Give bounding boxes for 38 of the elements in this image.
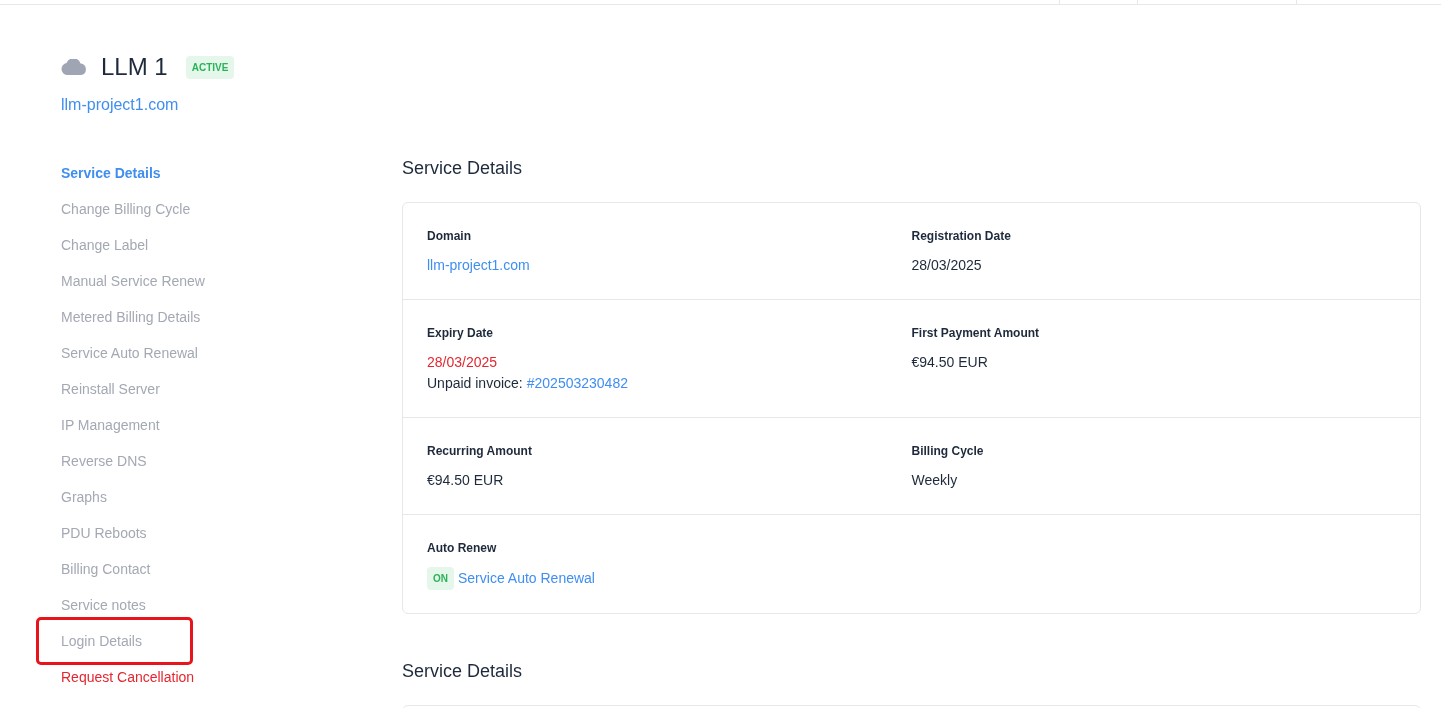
field-value: €94.50 EUR bbox=[911, 353, 989, 372]
cloud-icon bbox=[61, 59, 87, 75]
sidebar-item[interactable]: Change Billing Cycle bbox=[61, 191, 191, 227]
field-label: Expiry Date bbox=[427, 325, 495, 342]
field-value: 28/03/2025 bbox=[911, 256, 983, 275]
field-label: First Payment Amount bbox=[911, 325, 1041, 342]
sidebar-item[interactable]: PDU Reboots bbox=[61, 515, 147, 551]
sidebar-item[interactable]: Service Auto Renewal bbox=[61, 335, 198, 371]
field-label: Domain bbox=[427, 228, 472, 245]
sidebar-item[interactable]: Graphs bbox=[61, 479, 107, 515]
sidebar-item[interactable]: Billing Contact bbox=[61, 551, 151, 587]
sidebar-item[interactable]: Request Cancellation bbox=[61, 659, 195, 695]
status-badge: ACTIVE bbox=[185, 55, 235, 79]
sidebar-item[interactable]: IP Management bbox=[61, 407, 160, 443]
domain-link[interactable]: llm-project1.com bbox=[427, 255, 530, 276]
sidebar-item[interactable]: Manual Service Renew bbox=[61, 263, 205, 299]
domain-link[interactable]: llm-project1.com bbox=[61, 93, 179, 117]
field-label: Recurring Amount bbox=[427, 443, 533, 460]
field-label: Billing Cycle bbox=[911, 443, 985, 460]
field-label: Registration Date bbox=[911, 228, 1012, 245]
section-title: Service Details bbox=[402, 660, 524, 683]
sidebar-item[interactable]: Reverse DNS bbox=[61, 443, 147, 479]
field-label: Auto Renew bbox=[427, 540, 498, 557]
invoice-note: Unpaid invoice: bbox=[427, 374, 523, 393]
field-value: €94.50 EUR bbox=[427, 471, 505, 490]
sidebar-item[interactable]: Metered Billing Details bbox=[61, 299, 201, 335]
sidebar-item[interactable]: Reinstall Server bbox=[61, 371, 160, 407]
sidebar-item[interactable]: Change Label bbox=[61, 227, 149, 263]
sidebar-item[interactable]: Service notes bbox=[61, 587, 146, 623]
service-title: LLM 1 bbox=[101, 52, 168, 82]
field-value: Weekly bbox=[911, 471, 959, 490]
invoice-link[interactable]: #202503230482 bbox=[526, 373, 628, 394]
status-badge: ON bbox=[427, 567, 454, 590]
sidebar-item[interactable]: Service Details bbox=[61, 155, 161, 191]
auto-renewal-link[interactable]: Service Auto Renewal bbox=[458, 568, 595, 589]
expiry-date: 28/03/2025 bbox=[427, 353, 499, 372]
section-title: Service Details bbox=[402, 157, 524, 180]
sidebar-item[interactable]: Login Details bbox=[39, 620, 190, 662]
